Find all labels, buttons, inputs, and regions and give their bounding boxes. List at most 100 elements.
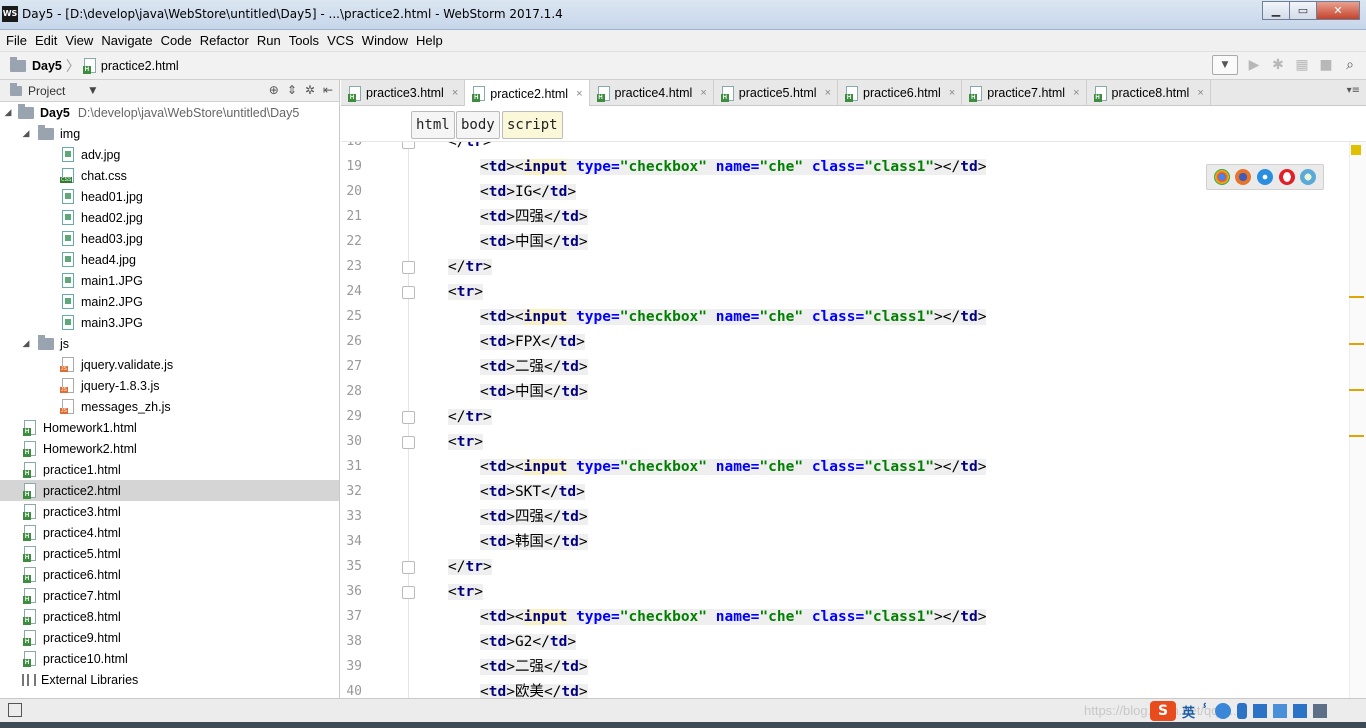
collapse-all-icon[interactable]: ⇕: [287, 83, 297, 97]
tree-file[interactable]: jquery-1.8.3.js: [0, 375, 339, 396]
chevron-down-icon[interactable]: ▼: [89, 86, 96, 96]
fold-marker-icon[interactable]: [402, 586, 415, 599]
minimize-button[interactable]: ▁: [1262, 1, 1290, 20]
tree-file[interactable]: jquery.validate.js: [0, 354, 339, 375]
code-editor[interactable]: 18 19 20 21 22 23 24 25 26 27 28 29 30 31 32 33 34 35 36 37…: [341, 142, 1349, 698]
project-view-label[interactable]: Project: [28, 84, 65, 98]
fold-marker-icon[interactable]: [402, 436, 415, 449]
sogou-ime-icon[interactable]: S: [1150, 701, 1176, 721]
tree-file[interactable]: main3.JPG: [0, 312, 339, 333]
tree-file[interactable]: messages_zh.js: [0, 396, 339, 417]
fold-marker-icon[interactable]: [402, 142, 415, 149]
menu-vcs[interactable]: VCS: [323, 33, 358, 48]
tree-file[interactable]: External Libraries: [0, 669, 339, 690]
editor-tab[interactable]: practice2.html ×: [465, 80, 590, 107]
tree-root[interactable]: ◢ Day5 D:\develop\java\WebStore\untitled…: [0, 102, 339, 123]
maximize-button[interactable]: ▭: [1289, 1, 1317, 20]
close-tab-icon[interactable]: ×: [452, 87, 458, 99]
tree-file[interactable]: practice10.html: [0, 648, 339, 669]
toolbox-icon[interactable]: [1292, 704, 1307, 718]
run-config-dropdown[interactable]: ▼: [1212, 55, 1238, 75]
tree-file[interactable]: Homework1.html: [0, 417, 339, 438]
fold-marker-icon[interactable]: [402, 411, 415, 424]
editor-tab[interactable]: practice4.html ×: [590, 80, 714, 106]
menu-refactor[interactable]: Refactor: [196, 33, 253, 48]
warning-marker[interactable]: [1349, 435, 1364, 437]
close-tab-icon[interactable]: ×: [1197, 87, 1203, 99]
skin-icon[interactable]: [1272, 704, 1287, 718]
tree-file[interactable]: main1.JPG: [0, 270, 339, 291]
close-tab-icon[interactable]: ×: [1073, 87, 1079, 99]
tree-file[interactable]: practice1.html: [0, 459, 339, 480]
tree-file[interactable]: head4.jpg: [0, 249, 339, 270]
editor-tab[interactable]: practice7.html ×: [962, 80, 1087, 106]
expand-arrow-icon[interactable]: ◢: [20, 128, 32, 139]
settings-icon[interactable]: [1312, 704, 1327, 718]
editor-tab[interactable]: practice8.html ×: [1087, 80, 1211, 106]
fold-marker-icon[interactable]: [402, 261, 415, 274]
inspection-status-icon[interactable]: [1351, 145, 1361, 155]
tree-file[interactable]: practice7.html: [0, 585, 339, 606]
safari-icon[interactable]: [1256, 169, 1273, 185]
close-tab-icon[interactable]: ×: [825, 87, 831, 99]
chrome-icon[interactable]: [1213, 169, 1230, 185]
locate-icon[interactable]: ⊕: [269, 83, 279, 97]
tag-crumb-body[interactable]: body: [456, 111, 500, 139]
tree-file[interactable]: practice9.html: [0, 627, 339, 648]
breadcrumb-project[interactable]: Day5: [32, 59, 62, 73]
ie-icon[interactable]: [1300, 169, 1317, 185]
tree-file[interactable]: head02.jpg: [0, 207, 339, 228]
editor-tab[interactable]: practice5.html ×: [714, 80, 838, 106]
tag-crumb-html[interactable]: html: [411, 111, 455, 139]
fold-marker-icon[interactable]: [402, 561, 415, 574]
tree-file[interactable]: head03.jpg: [0, 228, 339, 249]
tree-file[interactable]: practice4.html: [0, 522, 339, 543]
menu-edit[interactable]: Edit: [31, 33, 61, 48]
close-tab-icon[interactable]: ×: [949, 87, 955, 99]
microphone-icon[interactable]: [1236, 703, 1247, 719]
close-tab-icon[interactable]: ×: [576, 88, 582, 100]
coverage-icon[interactable]: ▦: [1294, 57, 1310, 73]
tree-file[interactable]: chat.css: [0, 165, 339, 186]
fold-marker-icon[interactable]: [402, 286, 415, 299]
tree-file[interactable]: Homework2.html: [0, 438, 339, 459]
tree-file[interactable]: practice6.html: [0, 564, 339, 585]
menu-view[interactable]: View: [61, 33, 97, 48]
tag-crumb-script[interactable]: script: [502, 111, 563, 139]
run-icon[interactable]: ▶: [1246, 57, 1262, 73]
menu-window[interactable]: Window: [358, 33, 412, 48]
menu-file[interactable]: File: [2, 33, 31, 48]
firefox-icon[interactable]: [1235, 169, 1252, 185]
tree-file[interactable]: adv.jpg: [0, 144, 339, 165]
tree-file[interactable]: practice8.html: [0, 606, 339, 627]
breadcrumb-file[interactable]: practice2.html: [101, 59, 179, 73]
tree-file[interactable]: practice3.html: [0, 501, 339, 522]
menu-code[interactable]: Code: [157, 33, 196, 48]
punctuation-icon[interactable]: ⸯ: [1201, 702, 1209, 720]
keyboard-icon[interactable]: [1252, 704, 1267, 718]
expand-arrow-icon[interactable]: ◢: [20, 338, 32, 349]
hide-panel-icon[interactable]: ⇤: [323, 83, 333, 97]
editor-tab[interactable]: practice3.html ×: [341, 80, 466, 106]
search-icon[interactable]: ⌕: [1342, 57, 1358, 73]
tree-file[interactable]: head01.jpg: [0, 186, 339, 207]
tree-folder[interactable]: ◢ js: [0, 333, 339, 354]
stop-icon[interactable]: ■: [1318, 57, 1334, 73]
gear-icon[interactable]: ✲: [305, 83, 315, 97]
menu-tools[interactable]: Tools: [285, 33, 323, 48]
editor-tab[interactable]: practice6.html ×: [838, 80, 963, 106]
tool-windows-icon[interactable]: [8, 703, 22, 717]
warning-marker[interactable]: [1349, 389, 1364, 391]
menu-navigate[interactable]: Navigate: [97, 33, 156, 48]
debug-icon[interactable]: ✱: [1270, 57, 1286, 73]
tree-file[interactable]: practice5.html: [0, 543, 339, 564]
tree-folder[interactable]: ◢ img: [0, 123, 339, 144]
tab-list-icon[interactable]: ▾≡: [1347, 85, 1360, 96]
menu-help[interactable]: Help: [412, 33, 447, 48]
expand-arrow-icon[interactable]: ◢: [2, 107, 14, 118]
menu-run[interactable]: Run: [253, 33, 285, 48]
tree-file[interactable]: main2.JPG: [0, 291, 339, 312]
warning-marker[interactable]: [1349, 343, 1364, 345]
close-window-button[interactable]: ✕: [1316, 1, 1360, 20]
emoji-icon[interactable]: [1214, 703, 1231, 719]
